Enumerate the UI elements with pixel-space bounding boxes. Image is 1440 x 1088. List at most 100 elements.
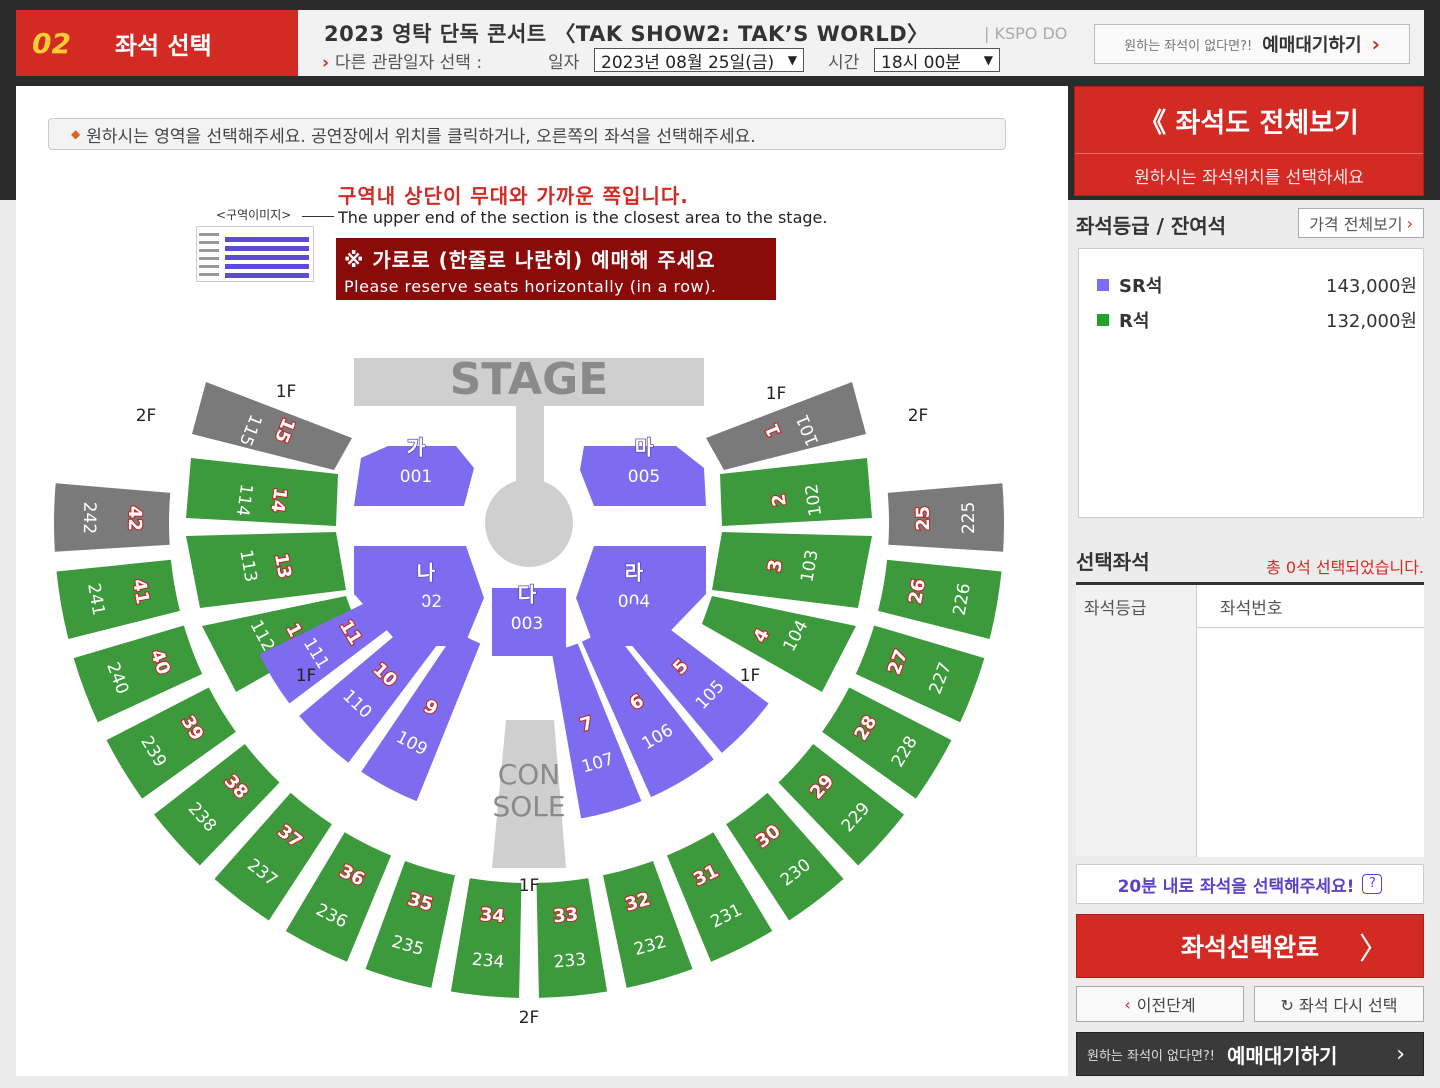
section-1f-left[interactable] [186,532,346,608]
section-number: 25 [913,506,934,531]
timer-text: 20분 내로 좌석을 선택해주세요! [1117,876,1355,897]
price-all-label: 가격 전체보기 [1309,215,1403,234]
date-select[interactable]: 2023년 08월 25일(금) ▼ [594,48,804,73]
waitlist-label: 예매대기하기 [1262,35,1362,56]
waitlist-small-text: 원하는 좌석이 없다면?! [1087,1048,1216,1064]
concert-title: 2023 영탁 단독 콘서트 〈TAK SHOW2: TAK’S WORLD〉 [324,22,929,46]
stage-runway [516,406,544,486]
chevron-down-icon: ▼ [983,53,993,67]
grade-price: 132,000원 [1326,311,1417,332]
section-1f-right[interactable] [712,532,872,608]
col-seat-header: 좌석번호 [1220,598,1283,619]
floor-label: 1F [276,382,297,402]
waitlist-label: 예매대기하기 [1227,1043,1338,1068]
floor-label: 1F [296,666,317,686]
divider [1075,153,1423,154]
waitlist-button[interactable]: 원하는 좌석이 없다면?! 예매대기하기 › [1094,24,1410,64]
section-2f[interactable] [536,878,608,998]
section-2f[interactable] [450,878,522,998]
floor-label: 1F [740,666,761,686]
other-date-text: 다른 관람일자 선택 : [335,53,483,73]
price-all-button[interactable]: 가격 전체보기 › [1298,208,1424,238]
side-panel: 《 좌석도 전체보기 원하시는 좌석위치를 선택하세요 좌석등급 / 잔여석 가… [1074,86,1424,1076]
floor-section-label: 라 [625,561,644,585]
section-1f-left[interactable] [192,382,352,470]
section-number: 33 [552,904,579,927]
full-view-subtitle: 원하시는 좌석위치를 선택하세요 [1134,168,1364,188]
console-label: CON [498,758,561,791]
floor-section-number: 001 [400,467,432,487]
floor-section-label: 나 [417,561,436,585]
concert-info: 2023 영탁 단독 콘서트 〈TAK SHOW2: TAK’S WORLD〉 … [298,10,1424,76]
section-number: 13 [270,552,295,580]
selected-seats-title: 선택좌석 [1076,550,1150,574]
center-stage [485,479,573,567]
floor-section-number: 005 [628,467,660,487]
section-label: 234 [471,950,505,973]
section-number: 41 [128,577,153,605]
step-label: 좌석 선택 [114,31,212,60]
chevron-right-icon: › [1406,213,1413,233]
section-2f[interactable] [54,483,171,552]
previous-step-button[interactable]: ‹ 이전단계 [1076,986,1244,1022]
time-value: 18시 00분 [881,52,961,73]
section-2f[interactable] [887,483,1004,552]
floor-label: 2F [908,406,929,426]
waitlist-small-text: 원하는 좌석이 없다면?! [1124,38,1253,54]
section-number: 42 [124,506,145,531]
floor-section-label: 가 [407,436,426,460]
section-1f-right[interactable] [720,458,872,526]
full-seat-map-button[interactable]: 《 좌석도 전체보기 원하시는 좌석위치를 선택하세요 [1074,86,1424,196]
floor-section-label: 다 [518,583,537,607]
section-1f-left[interactable] [186,458,338,526]
floor-section-number: 003 [511,614,543,634]
section-label: 242 [79,502,99,535]
section-number: 34 [479,904,506,927]
date-label: 일자 [548,53,580,73]
help-icon[interactable]: ? [1362,874,1383,894]
complete-label: 좌석선택완료 [1180,933,1319,962]
seat-map-panel: ◆ 원하시는 영역을 선택해주세요. 공연장에서 위치를 클릭하거나, 오른쪽의 … [16,86,1068,1076]
floor-label: 2F [519,1008,540,1028]
section-number: 26 [905,577,930,605]
grade-price: 143,000원 [1326,276,1417,297]
floor-label: 1F [766,384,787,404]
floor-section-label: 마 [635,436,654,460]
grade-title: 좌석등급 / 잔여석 [1076,214,1227,238]
selected-count: 총 0석 선택되었습니다. [1266,558,1424,577]
venue: | KSPO DO [984,24,1068,43]
header-bar: 02 좌석 선택 2023 영탁 단독 콘서트 〈TAK SHOW2: TAK’… [0,0,1440,84]
previous-label: 이전단계 [1136,996,1196,1015]
console-label: SOLE [492,790,565,823]
section-2f[interactable] [878,559,1002,639]
date-value: 2023년 08월 25일(금) [601,52,775,73]
complete-selection-button[interactable]: 좌석선택완료 〉 [1076,914,1424,978]
divider [1196,627,1424,628]
grade-row-r[interactable]: R석 132,000원 [1097,308,1417,332]
time-label: 시간 [828,53,860,73]
col-grade-header: 좌석등급 [1084,598,1147,619]
waitlist-button-bottom[interactable]: 원하는 좌석이 없다면?! 예매대기하기 › [1076,1032,1424,1076]
section-2f[interactable] [56,559,180,639]
chevron-down-icon: ▼ [787,53,797,67]
stage-label: STAGE [450,354,609,405]
section-number: 14 [266,486,290,514]
time-select[interactable]: 18시 00분 ▼ [874,48,1000,73]
step-indicator: 02 좌석 선택 [16,10,312,76]
floor-label: 1F [519,876,540,896]
chevron-right-icon: › [1396,1041,1405,1067]
grade-color-swatch [1097,279,1109,291]
grade-row-sr[interactable]: SR석 143,000원 [1097,273,1417,297]
step-number: 02 [32,26,71,60]
full-view-title: 《 좌석도 전체보기 [1139,108,1359,139]
floor-label: 2F [136,406,157,426]
reselect-seats-button[interactable]: ↻ 좌석 다시 선택 [1254,986,1424,1022]
grade-name: SR석 [1119,276,1163,297]
selected-seats-table: 좌석등급 좌석번호 [1076,582,1424,857]
reselect-label: ↻ 좌석 다시 선택 [1280,996,1398,1015]
venue-seat-map: STAGECONSOLE가001마005나002라004다00315115141… [54,354,1004,1028]
grade-name: R석 [1119,311,1150,332]
chevron-right-icon: 〉 [1359,932,1389,967]
section-label: 233 [553,950,587,973]
timer-notice: 20분 내로 좌석을 선택해주세요!? [1076,864,1424,904]
